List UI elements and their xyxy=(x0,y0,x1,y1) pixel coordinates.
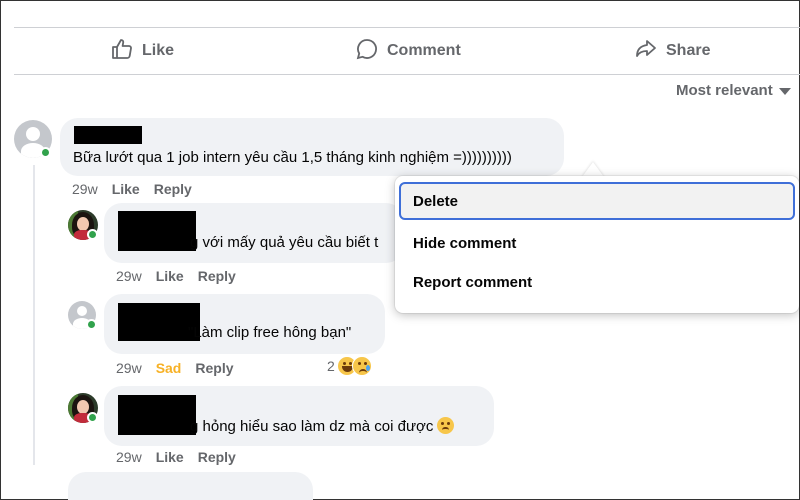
comment-like-link[interactable]: Like xyxy=(112,181,140,197)
next-comment-bubble xyxy=(68,472,313,500)
reply-bubble: g với mấy quả yêu cầu biết t xyxy=(104,203,404,263)
share-button[interactable]: Share xyxy=(634,36,710,66)
thumbs-up-icon xyxy=(110,37,134,66)
comment-bubble: Bữa lướt qua 1 job intern yêu cầu 1,5 th… xyxy=(60,118,564,176)
comment-time[interactable]: 29w xyxy=(116,360,142,376)
online-status-dot xyxy=(87,229,98,240)
comment-like-link[interactable]: Like xyxy=(156,268,184,284)
comment-options-menu: Delete Hide comment Report comment xyxy=(395,176,799,313)
like-label: Like xyxy=(142,42,175,59)
like-button[interactable]: Like xyxy=(110,36,174,66)
comment-reply-link[interactable]: Reply xyxy=(195,360,233,376)
menu-pointer xyxy=(582,162,604,177)
thread-line xyxy=(33,165,35,465)
sad-emoji-icon xyxy=(351,356,372,376)
comment-text: "Làm clip free hông bạn" xyxy=(188,324,352,341)
comment-meta: 29w Like Reply xyxy=(116,449,236,465)
online-status-dot xyxy=(86,319,97,330)
comment-reply-link[interactable]: Reply xyxy=(198,268,236,284)
comment-text-content: g hỏng hiểu sao làm dz mà coi được xyxy=(190,418,434,435)
redacted-author-name xyxy=(74,126,142,144)
speech-bubble-icon xyxy=(355,37,379,66)
comment-time[interactable]: 29w xyxy=(116,268,142,284)
menu-item-delete[interactable]: Delete xyxy=(399,182,795,220)
reaction-summary[interactable]: 2 xyxy=(327,356,372,376)
online-status-dot xyxy=(87,412,98,423)
reply-bubble: "Làm clip free hông bạn" xyxy=(104,294,385,354)
sad-emoji-icon xyxy=(437,417,455,434)
menu-item-hide-comment[interactable]: Hide comment xyxy=(399,224,795,262)
comment-text: g hỏng hiểu sao làm dz mà coi được xyxy=(190,417,455,435)
comment-like-link[interactable]: Like xyxy=(156,449,184,465)
comment-meta: 29w Like Reply xyxy=(116,268,236,284)
comment-time[interactable]: 29w xyxy=(72,181,98,197)
online-status-dot xyxy=(40,147,51,158)
comment-sad-reaction-link[interactable]: Sad xyxy=(156,360,182,376)
share-arrow-icon xyxy=(634,37,658,66)
comment-meta: 29w Like Reply xyxy=(72,181,192,197)
comment-label: Comment xyxy=(387,42,461,59)
caret-down-icon xyxy=(778,88,791,95)
share-label: Share xyxy=(666,42,711,59)
comment-reply-link[interactable]: Reply xyxy=(198,449,236,465)
redacted-author-name xyxy=(118,395,196,435)
divider xyxy=(14,27,800,28)
redacted-author-name xyxy=(118,211,196,251)
reaction-count: 2 xyxy=(327,358,335,374)
comment-time[interactable]: 29w xyxy=(116,449,142,465)
sort-dropdown[interactable]: Most relevant xyxy=(676,82,791,99)
comment-text: g với mấy quả yêu cầu biết t xyxy=(190,234,379,251)
comment-button[interactable]: Comment xyxy=(355,36,461,66)
sort-label: Most relevant xyxy=(676,82,773,99)
comment-text: Bữa lướt qua 1 job intern yêu cầu 1,5 th… xyxy=(73,149,512,166)
comment-reply-link[interactable]: Reply xyxy=(154,181,192,197)
divider xyxy=(14,74,800,75)
comment-meta: 29w Sad Reply xyxy=(116,360,234,376)
menu-item-report-comment[interactable]: Report comment xyxy=(399,263,795,301)
reply-bubble: g hỏng hiểu sao làm dz mà coi được xyxy=(104,386,494,446)
